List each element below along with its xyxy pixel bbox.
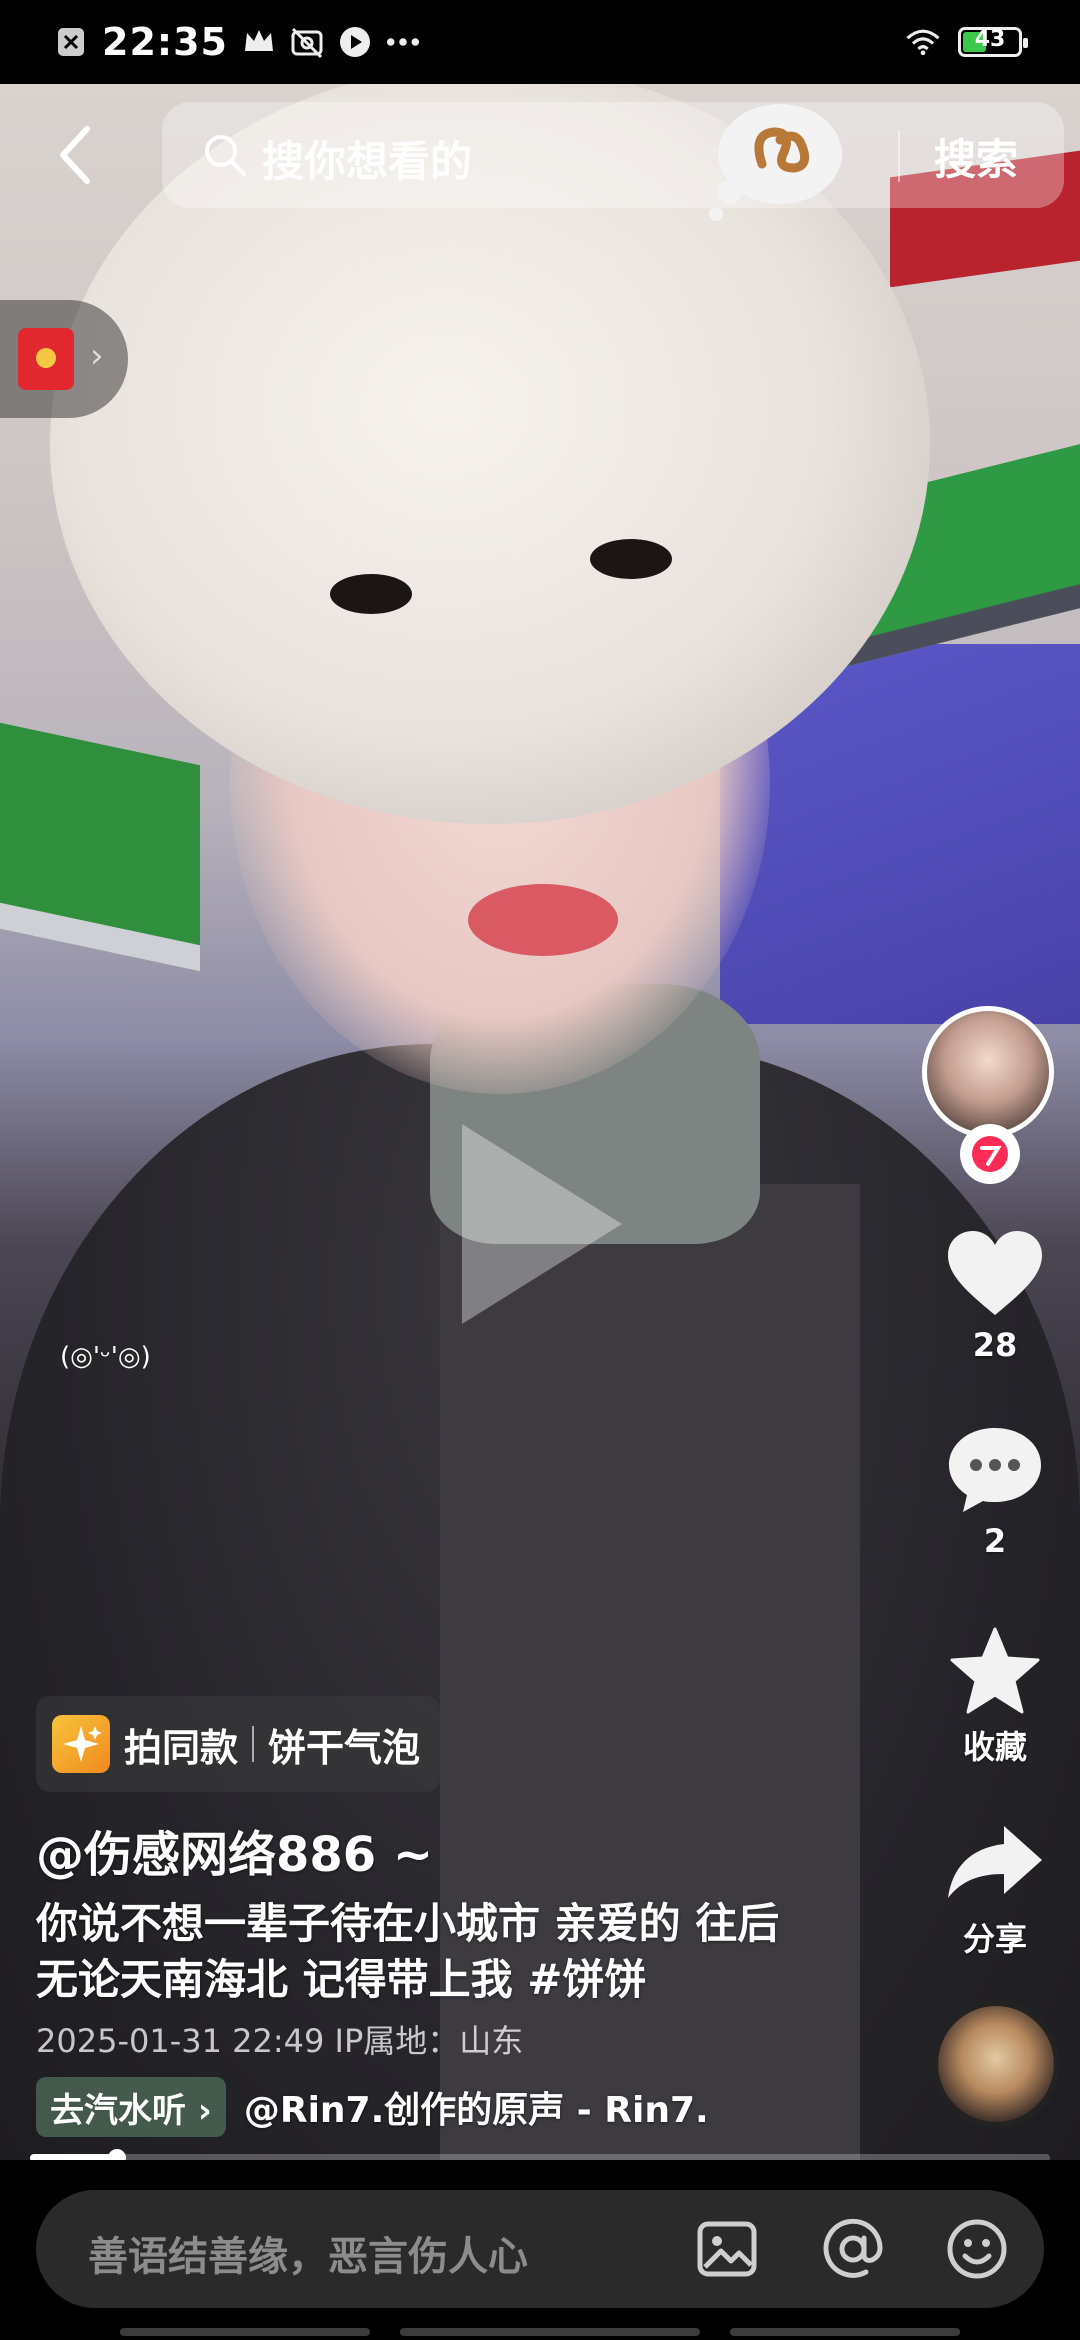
search-placeholder: 搜你想看的	[262, 137, 473, 186]
star-icon	[945, 1620, 1045, 1720]
emoji-icon[interactable]	[944, 2216, 1010, 2282]
search-button[interactable]: 搜索	[934, 126, 1018, 187]
same-style-label: 拍同款	[124, 1725, 239, 1770]
more-dots-icon	[386, 25, 420, 59]
battery-level: 43	[974, 27, 1006, 52]
back-arrow-icon	[60, 126, 90, 184]
search-icon	[205, 135, 246, 176]
same-style-chip[interactable]: 拍同款 饼干气泡	[36, 1696, 441, 1792]
nav-hint	[730, 2328, 960, 2336]
music-disc[interactable]	[932, 2000, 1060, 2128]
person-lips	[468, 884, 618, 956]
status-left: 22:35	[54, 14, 420, 70]
nav-hint	[400, 2328, 700, 2336]
comment-icon	[945, 1420, 1045, 1520]
battery-tip	[1023, 38, 1028, 48]
status-bar: 22:35 43	[0, 0, 1080, 84]
person-eye-right	[590, 539, 672, 579]
close-box-icon	[54, 25, 88, 59]
favorite-label: 收藏	[962, 1728, 1027, 1766]
nav-hint	[120, 2328, 370, 2336]
top-bar: 搜你想看的 搜索	[0, 90, 1080, 221]
image-icon[interactable]	[694, 2216, 760, 2282]
crown-icon	[242, 25, 276, 59]
author-name[interactable]: @伤感网络886 ~	[36, 1815, 433, 1885]
at-icon[interactable]	[820, 2216, 886, 2282]
like-button[interactable]: 28	[910, 1224, 1080, 1364]
share-icon	[945, 1812, 1045, 1912]
share-button[interactable]: 分享	[910, 1812, 1080, 1960]
pretzel-icon	[709, 104, 842, 221]
sparkle-icon	[52, 1715, 110, 1773]
listen-in-qishui-button[interactable]: 去汽水听 ›	[36, 2077, 226, 2137]
red-packet-entry[interactable]: ›	[0, 300, 128, 418]
snooker-table-left	[0, 722, 200, 972]
comment-placeholder: 善语结善缘，恶言伤人心	[88, 2234, 528, 2280]
follow-button[interactable]	[960, 1124, 1020, 1184]
status-right: 43	[906, 18, 1028, 66]
search-box[interactable]: 搜你想看的 搜索	[162, 102, 1064, 221]
bottom-bar: 善语结善缘，恶言伤人心	[0, 2160, 1080, 2340]
music-info[interactable]: @Rin7.创作的原声 - Rin7.	[244, 2081, 709, 2133]
red-packet-icon	[18, 328, 74, 390]
like-count: 28	[972, 1326, 1018, 1364]
music-row: 去汽水听 › @Rin7.创作的原声 - Rin7.	[36, 2076, 709, 2138]
share-label: 分享	[962, 1920, 1027, 1958]
overlay-emote: (◎'ᵕ'◎)	[60, 1342, 151, 1372]
back-button[interactable]	[40, 120, 110, 190]
bottom-nav-hints	[0, 2328, 1080, 2340]
no-photo-icon	[290, 25, 324, 59]
comment-input[interactable]: 善语结善缘，恶言伤人心	[36, 2190, 1044, 2308]
comment-count: 2	[983, 1522, 1007, 1560]
play-square-icon	[338, 25, 372, 59]
search-divider	[898, 130, 900, 182]
follow-plus-icon	[972, 1136, 1008, 1172]
video-caption: 你说不想一辈子待在小城市 亲爱的 往后无论天南海北 记得带上我 #饼饼	[36, 1899, 780, 2004]
author-avatar[interactable]	[922, 1006, 1054, 1138]
effect-name: 饼干气泡	[268, 1725, 421, 1770]
person-sweater	[440, 1184, 860, 2160]
comment-button[interactable]: 2	[910, 1420, 1080, 1560]
music-title: @Rin7.创作的原声 - Rin7.	[243, 2090, 709, 2131]
heart-icon	[945, 1224, 1045, 1324]
play-icon[interactable]	[462, 1124, 622, 1324]
wifi-icon	[906, 25, 940, 59]
same-style-divider	[252, 1726, 255, 1762]
person-eye-left	[330, 574, 412, 614]
post-date-location: 2025-01-31 22:49 IP属地：山东	[36, 2022, 524, 2060]
battery-icon: 43	[958, 27, 1028, 57]
favorite-button[interactable]: 收藏	[910, 1620, 1080, 1768]
chevron-right-icon: ›	[90, 336, 104, 376]
status-time: 22:35	[102, 20, 228, 64]
